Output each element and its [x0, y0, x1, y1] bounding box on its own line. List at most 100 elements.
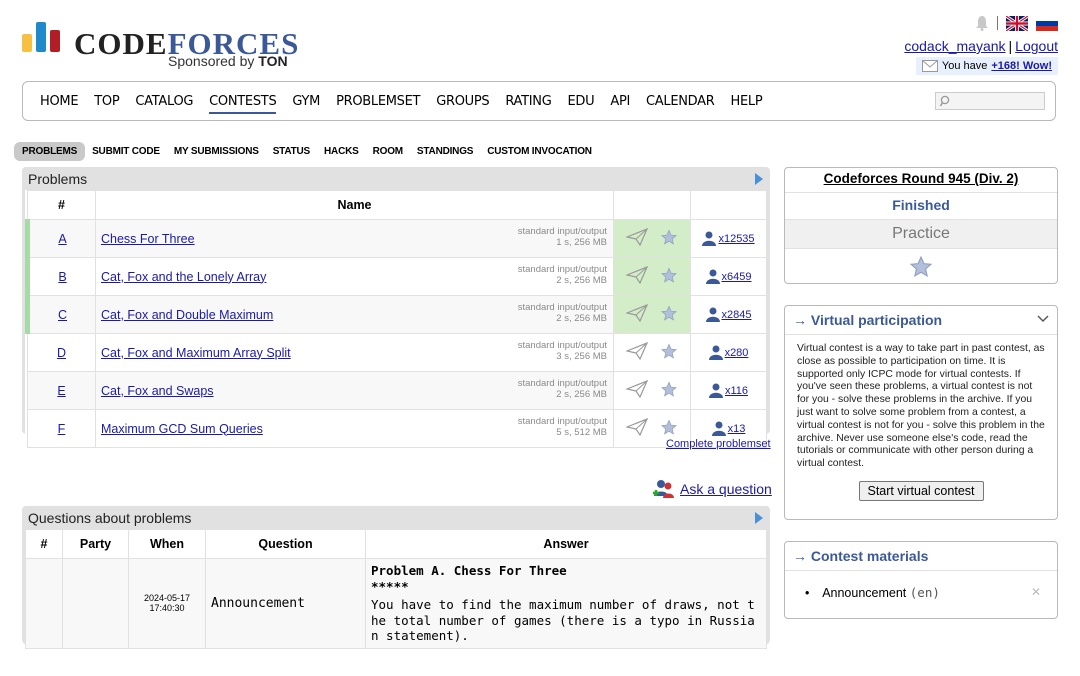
user-links: codack_mayank | Logout	[904, 38, 1058, 54]
envelope-icon[interactable]	[921, 60, 938, 72]
answer-title: Problem A. Chess For Three	[371, 563, 567, 578]
problem-index: D	[27, 333, 96, 372]
problem-name-link[interactable]: Cat, Fox and Double Maximum	[101, 308, 273, 322]
star-icon[interactable]	[660, 267, 678, 284]
problem-name-link[interactable]: Chess For Three	[101, 232, 195, 246]
problem-actions	[613, 219, 691, 258]
virtual-participation-title: → Virtual participation	[785, 306, 1057, 334]
problem-index-link[interactable]: F	[58, 422, 66, 436]
submit-icon[interactable]	[626, 266, 648, 284]
submenu-status[interactable]: STATUS	[266, 143, 317, 160]
solved-count-link[interactable]: x2845	[722, 309, 752, 321]
uk-flag-icon[interactable]	[1006, 15, 1028, 31]
solved-count-link[interactable]: x12535	[718, 233, 754, 245]
russia-flag-icon[interactable]	[1036, 15, 1058, 31]
col-index: #	[25, 529, 63, 559]
contest-name-row: Codeforces Round 945 (Div. 2)	[785, 168, 1057, 193]
problem-meta: standard input/output 5 s, 512 MB	[518, 416, 607, 438]
menu-catalog[interactable]: CATALOG	[135, 94, 193, 109]
menu-help[interactable]: HELP	[731, 94, 763, 109]
submenu-problems[interactable]: PROBLEMS	[14, 141, 86, 161]
menu-top[interactable]: TOP	[94, 94, 119, 109]
menu-rating[interactable]: RATING	[505, 94, 551, 109]
star-icon[interactable]	[660, 229, 678, 246]
solved-count-link[interactable]: x6459	[722, 271, 752, 283]
submit-icon[interactable]	[626, 228, 648, 246]
expand-arrow-icon[interactable]	[755, 512, 763, 524]
expand-arrow-icon[interactable]	[755, 173, 763, 185]
submenu-my-submissions[interactable]: MY SUBMISSIONS	[167, 143, 266, 160]
problems-title: Problems	[28, 171, 88, 187]
submit-icon[interactable]	[626, 418, 648, 436]
virtual-title-text: → Virtual participation	[793, 312, 943, 328]
menu-edu[interactable]: EDU	[568, 94, 595, 109]
star-icon[interactable]	[660, 381, 678, 398]
submit-icon[interactable]	[626, 304, 648, 322]
star-icon[interactable]	[660, 305, 678, 322]
contest-materials-title: → Contest materials	[793, 548, 929, 564]
problem-index-link[interactable]: D	[57, 346, 66, 360]
problem-name-link[interactable]: Cat, Fox and Swaps	[101, 384, 214, 398]
problem-index-link[interactable]: C	[58, 308, 67, 322]
user-icon	[708, 345, 723, 361]
username-link[interactable]: codack_mayank	[904, 38, 1005, 54]
close-icon[interactable]: ✕	[1031, 585, 1041, 599]
solved-count-link[interactable]: x116	[725, 385, 748, 397]
submenu-submit-code[interactable]: SUBMIT CODE	[85, 143, 167, 160]
problem-name-link[interactable]: Maximum GCD Sum Queries	[101, 422, 263, 436]
problems-table: # Name A Chess For Three standard input/ou…	[25, 190, 767, 448]
problem-index-link[interactable]: E	[57, 384, 65, 398]
search-input[interactable]	[935, 92, 1045, 110]
ask-question[interactable]: Ask a question	[652, 478, 772, 500]
messages-text: You have	[941, 60, 988, 72]
star-icon[interactable]	[908, 255, 934, 279]
question-label: Announcement	[211, 596, 305, 612]
submenu-hacks[interactable]: HACKS	[317, 143, 366, 160]
star-icon[interactable]	[660, 343, 678, 360]
solved-count-link[interactable]: x13	[728, 423, 746, 435]
menu-contests[interactable]: CONTESTS	[209, 94, 277, 114]
messages-link[interactable]: +168! Wow!	[991, 60, 1052, 72]
problem-meta: standard input/output 2 s, 256 MB	[518, 378, 607, 400]
submit-icon[interactable]	[626, 380, 648, 398]
menu-gym[interactable]: GYM	[292, 94, 320, 109]
star-icon[interactable]	[660, 419, 678, 436]
problem-index: B	[25, 257, 96, 296]
logout-link[interactable]: Logout	[1015, 38, 1058, 54]
chevron-down-icon[interactable]	[1037, 315, 1049, 323]
col-index: #	[27, 190, 96, 220]
user-icon	[705, 307, 720, 323]
menu-calendar[interactable]: CALENDAR	[646, 94, 715, 109]
table-row: D Cat, Fox and Maximum Array Split standar…	[27, 333, 767, 372]
logo-bars-icon	[22, 22, 60, 52]
problem-index-link[interactable]: B	[58, 270, 66, 284]
problem-index: C	[25, 295, 96, 334]
col-actions	[613, 190, 691, 220]
problem-name-link[interactable]: Cat, Fox and Maximum Array Split	[101, 346, 291, 360]
material-language: (en)	[909, 585, 940, 600]
problem-name-cell: Cat, Fox and Double Maximum standard inpu…	[95, 295, 614, 334]
col-answer: Answer	[365, 529, 767, 559]
complete-problemset-link[interactable]: Complete problemset	[666, 438, 771, 450]
menu-home[interactable]: HOME	[40, 94, 79, 109]
submit-icon[interactable]	[626, 342, 648, 360]
answer-line: n statement).	[371, 628, 469, 643]
ask-question-link[interactable]: Ask a question	[680, 481, 772, 497]
problem-name-link[interactable]: Cat, Fox and the Lonely Array	[101, 270, 266, 284]
problem-limits: 1 s, 256 MB	[556, 237, 607, 248]
bell-icon[interactable]	[975, 15, 989, 31]
submenu-room[interactable]: ROOM	[366, 143, 410, 160]
contest-name-link[interactable]: Codeforces Round 945 (Div. 2)	[824, 171, 1019, 186]
solved-count-link[interactable]: x280	[725, 347, 749, 359]
submenu-custom-invocation[interactable]: CUSTOM INVOCATION	[480, 143, 599, 160]
submenu-standings[interactable]: STANDINGS	[410, 143, 480, 160]
problem-meta: standard input/output 2 s, 256 MB	[518, 302, 607, 324]
start-virtual-contest-button[interactable]: Start virtual contest	[858, 480, 984, 501]
problem-index-link[interactable]: A	[58, 232, 66, 246]
question-party	[62, 558, 129, 649]
material-announcement[interactable]: Announcement	[822, 586, 906, 600]
menu-api[interactable]: API	[610, 94, 630, 109]
bullet: •	[805, 586, 810, 600]
menu-groups[interactable]: GROUPS	[436, 94, 489, 109]
menu-problemset[interactable]: PROBLEMSET	[336, 94, 420, 109]
